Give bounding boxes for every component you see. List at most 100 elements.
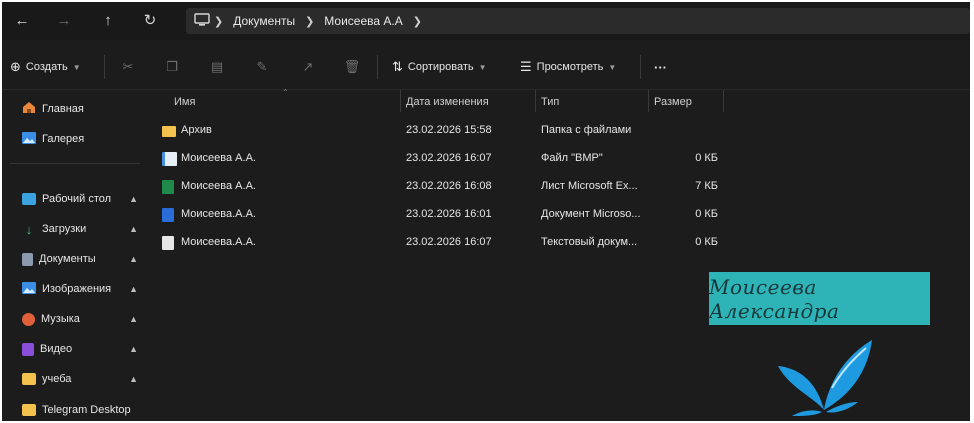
share-icon: ↗ — [302, 59, 314, 74]
breadcrumb[interactable]: ❯ Документы ❯ Моисеева А.А ❯ — [186, 8, 970, 34]
sort-icon: ⇅ — [392, 59, 403, 74]
file-date: 23.02.2026 16:07 — [406, 236, 492, 248]
toolbar-divider — [104, 55, 105, 79]
sidebar-item-label: Документы — [39, 253, 96, 265]
arrow-left-icon: ← — [14, 11, 30, 29]
chevron-down-icon: ▼ — [478, 62, 487, 72]
signature-banner: Моисеева Александра — [709, 272, 930, 325]
excel-file-icon — [162, 180, 174, 194]
pin-icon[interactable]: ▲ — [129, 344, 138, 354]
sidebar-item-label: Видео — [40, 343, 73, 355]
paste-icon: ▤ — [210, 59, 224, 74]
copy-button[interactable]: ❐ — [162, 58, 182, 76]
chevron-right-icon[interactable]: ❯ — [413, 15, 422, 28]
copy-icon: ❐ — [166, 59, 178, 74]
folder-icon — [162, 126, 176, 137]
delete-button[interactable]: 🗑 — [342, 58, 362, 76]
column-header-type[interactable]: Тип — [541, 96, 559, 108]
toolbar-divider — [640, 55, 641, 79]
column-divider[interactable] — [648, 90, 649, 112]
computer-icon[interactable] — [194, 12, 210, 30]
text-file-icon — [162, 236, 174, 250]
file-row[interactable]: Моисеева А.А. 23.02.2026 16:07 Файл "BMP… — [148, 148, 748, 170]
desktop-icon — [22, 193, 36, 205]
sidebar-item-desktop[interactable]: Рабочий стол ▲ — [22, 190, 142, 208]
file-date: 23.02.2026 16:01 — [406, 208, 492, 220]
sidebar-item-video[interactable]: Видео ▲ — [22, 340, 142, 358]
cut-button[interactable]: ✂ — [118, 58, 138, 76]
navigation-pane: Главная Галерея Рабочий стол ▲ ↓ Загрузк… — [2, 90, 144, 421]
music-icon — [22, 312, 35, 326]
view-label: Просмотреть — [536, 61, 604, 73]
pin-icon[interactable]: ▲ — [129, 314, 138, 324]
column-header-date[interactable]: Дата изменения — [406, 96, 489, 108]
pin-icon[interactable]: ▲ — [129, 284, 138, 294]
refresh-icon: ↻ — [143, 12, 157, 29]
file-row[interactable]: Моисеева.А.А. 23.02.2026 16:07 Текстовый… — [148, 232, 748, 254]
more-options-button[interactable]: ··· — [654, 56, 667, 78]
column-header-size[interactable]: Размер — [654, 96, 692, 108]
sidebar-item-telegram[interactable]: Telegram Desktop — [22, 401, 142, 419]
file-type: Текстовый докум... — [541, 236, 638, 248]
sidebar-item-pictures[interactable]: Изображения ▲ — [22, 280, 142, 298]
signature-text: Моисеева Александра — [709, 274, 840, 323]
file-size: 0 КБ — [695, 152, 718, 164]
pin-icon[interactable]: ▲ — [129, 224, 138, 234]
paste-button[interactable]: ▤ — [207, 58, 227, 76]
word-file-icon — [162, 208, 174, 222]
sidebar-divider — [10, 163, 140, 164]
folder-icon — [22, 404, 36, 416]
chevron-down-icon: ▼ — [72, 62, 81, 72]
sidebar-item-label: Главная — [42, 103, 84, 115]
folder-icon — [22, 373, 36, 385]
gallery-icon — [22, 131, 36, 147]
sidebar-item-gallery[interactable]: Галерея — [22, 130, 142, 148]
rename-icon: ✎ — [256, 59, 268, 74]
create-button[interactable]: ⊕ Создать ▼ — [10, 56, 81, 78]
column-divider[interactable] — [535, 90, 536, 112]
back-button[interactable]: ← — [10, 8, 34, 32]
breadcrumb-item-documents[interactable]: Документы — [233, 14, 295, 28]
file-date: 23.02.2026 16:07 — [406, 152, 492, 164]
file-size: 0 КБ — [695, 236, 718, 248]
image-file-icon — [162, 152, 177, 166]
column-header-name[interactable]: Имя — [174, 96, 195, 108]
file-name: Моисеева А.А. — [181, 152, 256, 164]
sort-button[interactable]: ⇅ Сортировать ▼ — [392, 56, 487, 78]
file-row[interactable]: Моисеева А.А. 23.02.2026 16:08 Лист Micr… — [148, 176, 748, 198]
sidebar-item-label: Рабочий стол — [42, 193, 112, 205]
refresh-button[interactable]: ↻ — [138, 8, 162, 32]
column-divider[interactable] — [723, 90, 724, 112]
file-size: 7 КБ — [695, 180, 718, 192]
chevron-down-icon: ▼ — [608, 62, 617, 72]
file-name: Моисеева.А.А. — [181, 236, 256, 248]
sidebar-item-study[interactable]: учеба ▲ — [22, 370, 142, 388]
file-row[interactable]: Архив 23.02.2026 15:58 Папка с файлами — [148, 120, 748, 142]
column-divider[interactable] — [400, 90, 401, 112]
file-row[interactable]: Моисеева.А.А. 23.02.2026 16:01 Документ … — [148, 204, 748, 226]
up-button[interactable]: ↑ — [96, 8, 120, 32]
trash-icon: 🗑 — [343, 59, 361, 74]
share-button[interactable]: ↗ — [298, 58, 318, 76]
chevron-right-icon: ❯ — [305, 15, 315, 28]
create-label: Создать — [25, 61, 68, 73]
view-list-icon: ☰ — [520, 59, 532, 74]
rename-button[interactable]: ✎ — [252, 58, 272, 76]
documents-icon — [22, 252, 33, 266]
sidebar-item-music[interactable]: Музыка ▲ — [22, 310, 142, 328]
file-date: 23.02.2026 15:58 — [406, 124, 492, 136]
file-name: Моисеева.А.А. — [181, 208, 256, 220]
sidebar-item-documents[interactable]: Документы ▲ — [22, 250, 142, 268]
breadcrumb-item-folder[interactable]: Моисеева А.А — [324, 14, 402, 28]
pin-icon[interactable]: ▲ — [129, 194, 138, 204]
forward-button[interactable]: → — [52, 8, 76, 32]
view-button[interactable]: ☰ Просмотреть ▼ — [520, 56, 616, 78]
sidebar-item-home[interactable]: Главная — [22, 100, 142, 118]
sidebar-item-label: Загрузки — [42, 223, 87, 235]
file-name: Архив — [181, 124, 212, 136]
sidebar-item-downloads[interactable]: ↓ Загрузки ▲ — [22, 220, 142, 238]
pin-icon[interactable]: ▲ — [129, 374, 138, 384]
pin-icon[interactable]: ▲ — [129, 254, 138, 264]
file-type: Документ Microso... — [541, 208, 641, 220]
home-icon — [22, 101, 36, 117]
